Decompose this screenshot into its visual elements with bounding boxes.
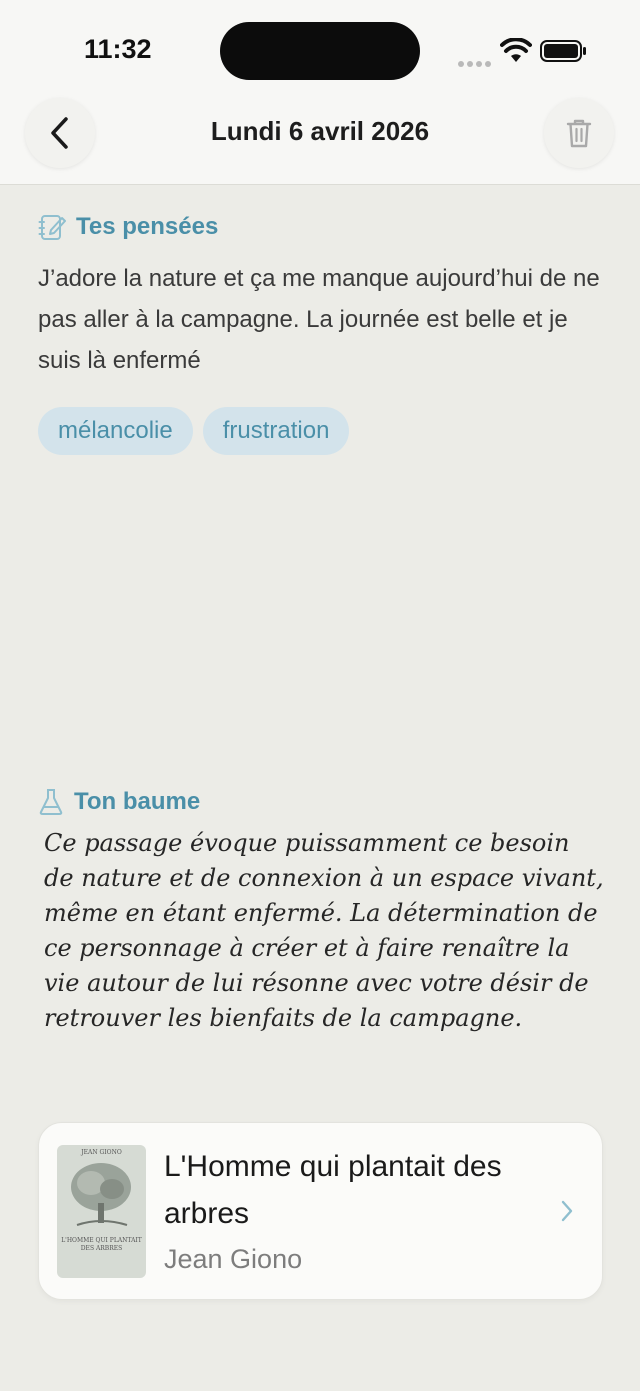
cellular-signal-icon [458, 54, 494, 67]
tree-illustration [71, 1163, 131, 1226]
journal-edit-icon [38, 215, 66, 240]
page-title: Lundi 6 avril 2026 [210, 116, 430, 146]
balm-section-title: Ton baume [38, 788, 200, 816]
thoughts-text: J’adore la nature et ça me manque aujour… [38, 265, 600, 374]
chevron-right-icon [561, 1200, 573, 1222]
cover-title: L'HOMME QUI PLANTAIT DES ARBRES [61, 1237, 142, 1252]
book-author: Jean Giono [164, 1244, 303, 1274]
flask-icon [39, 789, 63, 815]
balm-quote: Ce passage évoque puissamment ce besoin … [44, 829, 604, 1032]
trash-icon [566, 119, 592, 148]
battery-icon [540, 40, 586, 62]
book-title: L'Homme qui plantait des arbres [164, 1150, 502, 1230]
emotion-tags: mélancolie frustration [38, 407, 350, 455]
back-button[interactable] [25, 98, 95, 168]
thoughts-title-label: Tes pensées [76, 213, 219, 240]
dynamic-island [220, 22, 420, 80]
tag-melancolie: mélancolie [38, 407, 193, 455]
status-time: 11:32 [84, 34, 152, 64]
wifi-icon [500, 38, 532, 62]
chevron-left-icon [51, 117, 68, 149]
thoughts-section-title: Tes pensées [38, 212, 218, 242]
tag-frustration: frustration [202, 407, 350, 455]
delete-button[interactable] [544, 98, 614, 168]
book-cover: JEAN GIONO L'HOMME QUI PLANTAIT DES ARBR… [57, 1145, 146, 1278]
balm-title-label: Ton baume [74, 788, 201, 815]
header-bar: 11:32 Lundi 6 avril 2026 [0, 0, 640, 185]
cover-author: JEAN GIONO [81, 1149, 122, 1156]
book-card[interactable]: JEAN GIONO L'HOMME QUI PLANTAIT DES ARBR… [38, 1122, 603, 1300]
